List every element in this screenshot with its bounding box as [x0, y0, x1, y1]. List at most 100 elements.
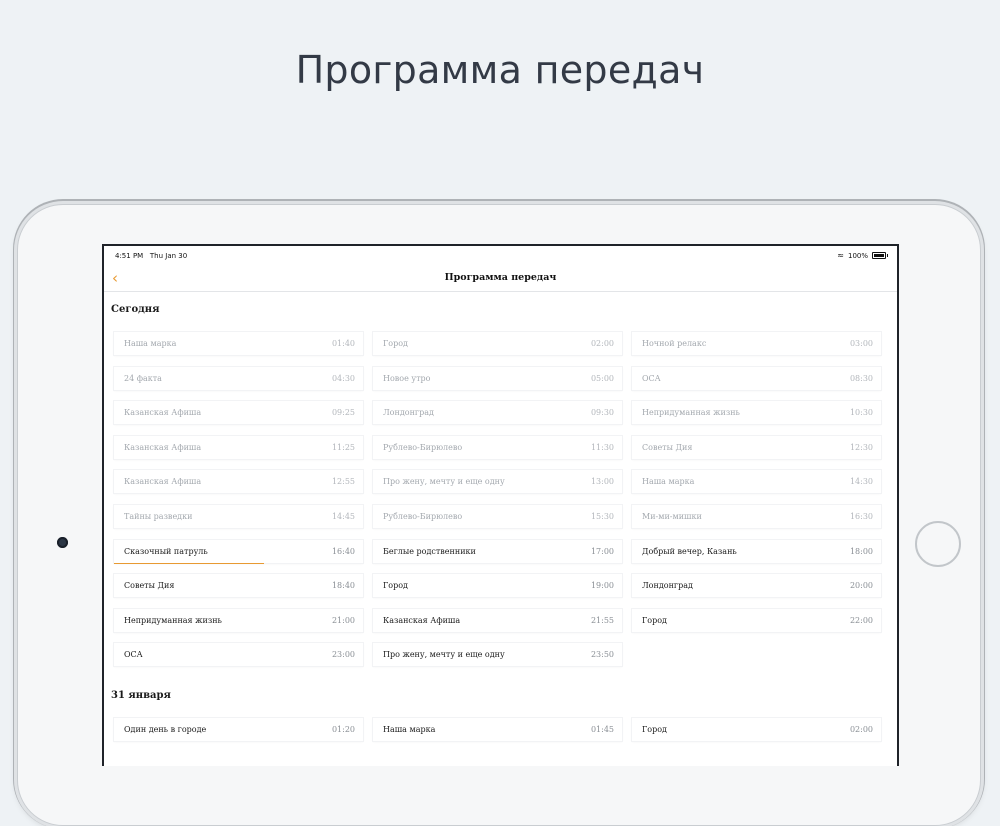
program-name: 24 факта: [124, 373, 162, 383]
program-name: Советы Дия: [124, 581, 175, 591]
program-name: Ми-ми-мишки: [642, 512, 702, 521]
program-time: 02:00: [590, 339, 614, 348]
program-name: Казанская Афиша: [383, 615, 461, 625]
program-item[interactable]: Казанская Афиша 09:25: [114, 401, 363, 425]
program-name: Город: [383, 581, 408, 591]
program-item[interactable]: Добрый вечер, Казань 18:00: [632, 539, 881, 563]
program-time: 04:30: [331, 373, 355, 383]
program-name: Наша марка: [383, 725, 436, 734]
program-name: ОСА: [642, 373, 661, 383]
program-time: 12:55: [331, 477, 355, 487]
program-item[interactable]: Рублево-Бирюлево 15:30: [373, 505, 622, 528]
program-item[interactable]: Наша марка 14:30: [632, 470, 881, 494]
program-name: Казанская Афиша: [124, 408, 202, 418]
program-time: 08:30: [849, 373, 873, 383]
program-time: 23:50: [590, 650, 614, 660]
section-title: Сегодня: [111, 304, 160, 315]
program-item[interactable]: Новое утро 05:00: [373, 366, 622, 390]
program-item[interactable]: Город 19:00: [373, 574, 622, 598]
program-time: 09:30: [590, 408, 614, 418]
program-item[interactable]: Непридуманная жизнь 10:30: [632, 401, 881, 425]
program-name: Беглые родственники: [383, 546, 476, 556]
program-item[interactable]: Сказочный патруль 16:40: [114, 539, 363, 564]
status-time: 4:51 PM: [115, 252, 144, 260]
program-name: Новое утро: [383, 373, 431, 383]
program-name: Казанская Афиша: [124, 442, 202, 452]
program-time: 21:00: [331, 615, 355, 625]
program-time: 16:30: [849, 512, 873, 521]
program-item[interactable]: Один день в городе 01:20: [114, 718, 363, 741]
program-time: 03:00: [849, 339, 873, 348]
program-time: 18:40: [331, 581, 355, 591]
program-name: Непридуманная жизнь: [642, 408, 740, 418]
program-item[interactable]: Лондонград 09:30: [373, 401, 622, 425]
program-time: 14:30: [849, 477, 873, 487]
battery-percent: 100%: [847, 251, 868, 260]
program-item[interactable]: Рублево-Бирюлево 11:30: [373, 435, 622, 459]
program-name: Добрый вечер, Казань: [642, 546, 737, 556]
section-title: 31 января: [111, 690, 171, 701]
nav-title: Программа передач: [444, 272, 557, 283]
program-name: Непридуманная жизнь: [124, 615, 222, 625]
program-time: 18:00: [849, 546, 873, 556]
program-time: 13:00: [590, 477, 614, 487]
program-name: Казанская Афиша: [124, 477, 202, 487]
program-item[interactable]: Наша марка 01:40: [114, 332, 363, 355]
program-item[interactable]: Ночной релакс 03:00: [632, 332, 881, 355]
status-bar: 4:51 PM Thu Jan 30 ≈ 100%: [104, 246, 897, 266]
program-time: 12:30: [849, 442, 873, 452]
program-item[interactable]: Непридуманная жизнь 21:00: [114, 608, 363, 632]
program-item[interactable]: Наша марка 01:45: [373, 718, 622, 741]
page-headline: Программа передач: [295, 48, 705, 92]
program-item[interactable]: Ми-ми-мишки 16:30: [632, 505, 881, 528]
front-camera: [57, 537, 68, 548]
program-name: Наша марка: [124, 339, 177, 348]
program-item[interactable]: Город 02:00: [632, 718, 881, 741]
program-item[interactable]: Город 02:00: [373, 332, 622, 355]
program-time: 17:00: [590, 546, 614, 556]
program-time: 20:00: [849, 581, 873, 591]
program-name: Про жену, мечту и еще одну: [383, 477, 505, 487]
program-item[interactable]: 24 факта 04:30: [114, 366, 363, 390]
program-time: 02:00: [849, 725, 873, 734]
app-screen: 4:51 PM Thu Jan 30 ≈ 100% ‹ Программа пе…: [102, 244, 899, 766]
program-name: Рублево-Бирюлево: [383, 512, 463, 521]
navigation-bar: ‹ Программа передач: [104, 266, 897, 292]
status-date: Thu Jan 30: [149, 252, 188, 260]
program-time: 10:30: [849, 408, 873, 418]
program-time: 16:40: [331, 546, 355, 556]
program-time: 01:20: [331, 725, 355, 734]
program-time: 11:30: [590, 442, 614, 452]
program-item[interactable]: Казанская Афиша 12:55: [114, 470, 363, 494]
program-name: ОСА: [124, 650, 143, 660]
program-item[interactable]: Казанская Афиша 21:55: [373, 608, 622, 632]
program-time: 15:30: [590, 512, 614, 521]
program-time: 05:00: [590, 373, 614, 383]
program-name: Лондонград: [642, 581, 693, 591]
program-name: Город: [642, 725, 667, 734]
wifi-icon: ≈: [837, 251, 844, 260]
program-item[interactable]: Беглые родственники 17:00: [373, 539, 622, 563]
program-time: 23:00: [331, 650, 355, 660]
program-time: 21:55: [590, 615, 614, 625]
program-time: 11:25: [331, 442, 355, 452]
program-item[interactable]: Про жену, мечту и еще одну 23:50: [373, 643, 622, 667]
home-button: [915, 521, 961, 567]
program-time: 14:45: [331, 512, 355, 521]
program-name: Лондонград: [383, 408, 434, 418]
program-name: Город: [383, 339, 408, 348]
program-item[interactable]: Про жену, мечту и еще одну 13:00: [373, 470, 622, 494]
program-time: 01:40: [331, 339, 355, 348]
program-item[interactable]: ОСА 23:00: [114, 643, 363, 667]
program-item[interactable]: Лондонград 20:00: [632, 574, 881, 598]
program-item[interactable]: ОСА 08:30: [632, 366, 881, 390]
program-name: Советы Дия: [642, 442, 693, 452]
program-item[interactable]: Казанская Афиша 11:25: [114, 435, 363, 459]
program-name: Тайны разведки: [124, 512, 193, 521]
program-item[interactable]: Советы Дия 12:30: [632, 435, 881, 459]
program-item[interactable]: Тайны разведки 14:45: [114, 505, 363, 528]
program-name: Рублево-Бирюлево: [383, 442, 463, 452]
program-time: 01:45: [590, 725, 614, 734]
program-item[interactable]: Город 22:00: [632, 608, 881, 632]
program-item[interactable]: Советы Дия 18:40: [114, 574, 363, 598]
